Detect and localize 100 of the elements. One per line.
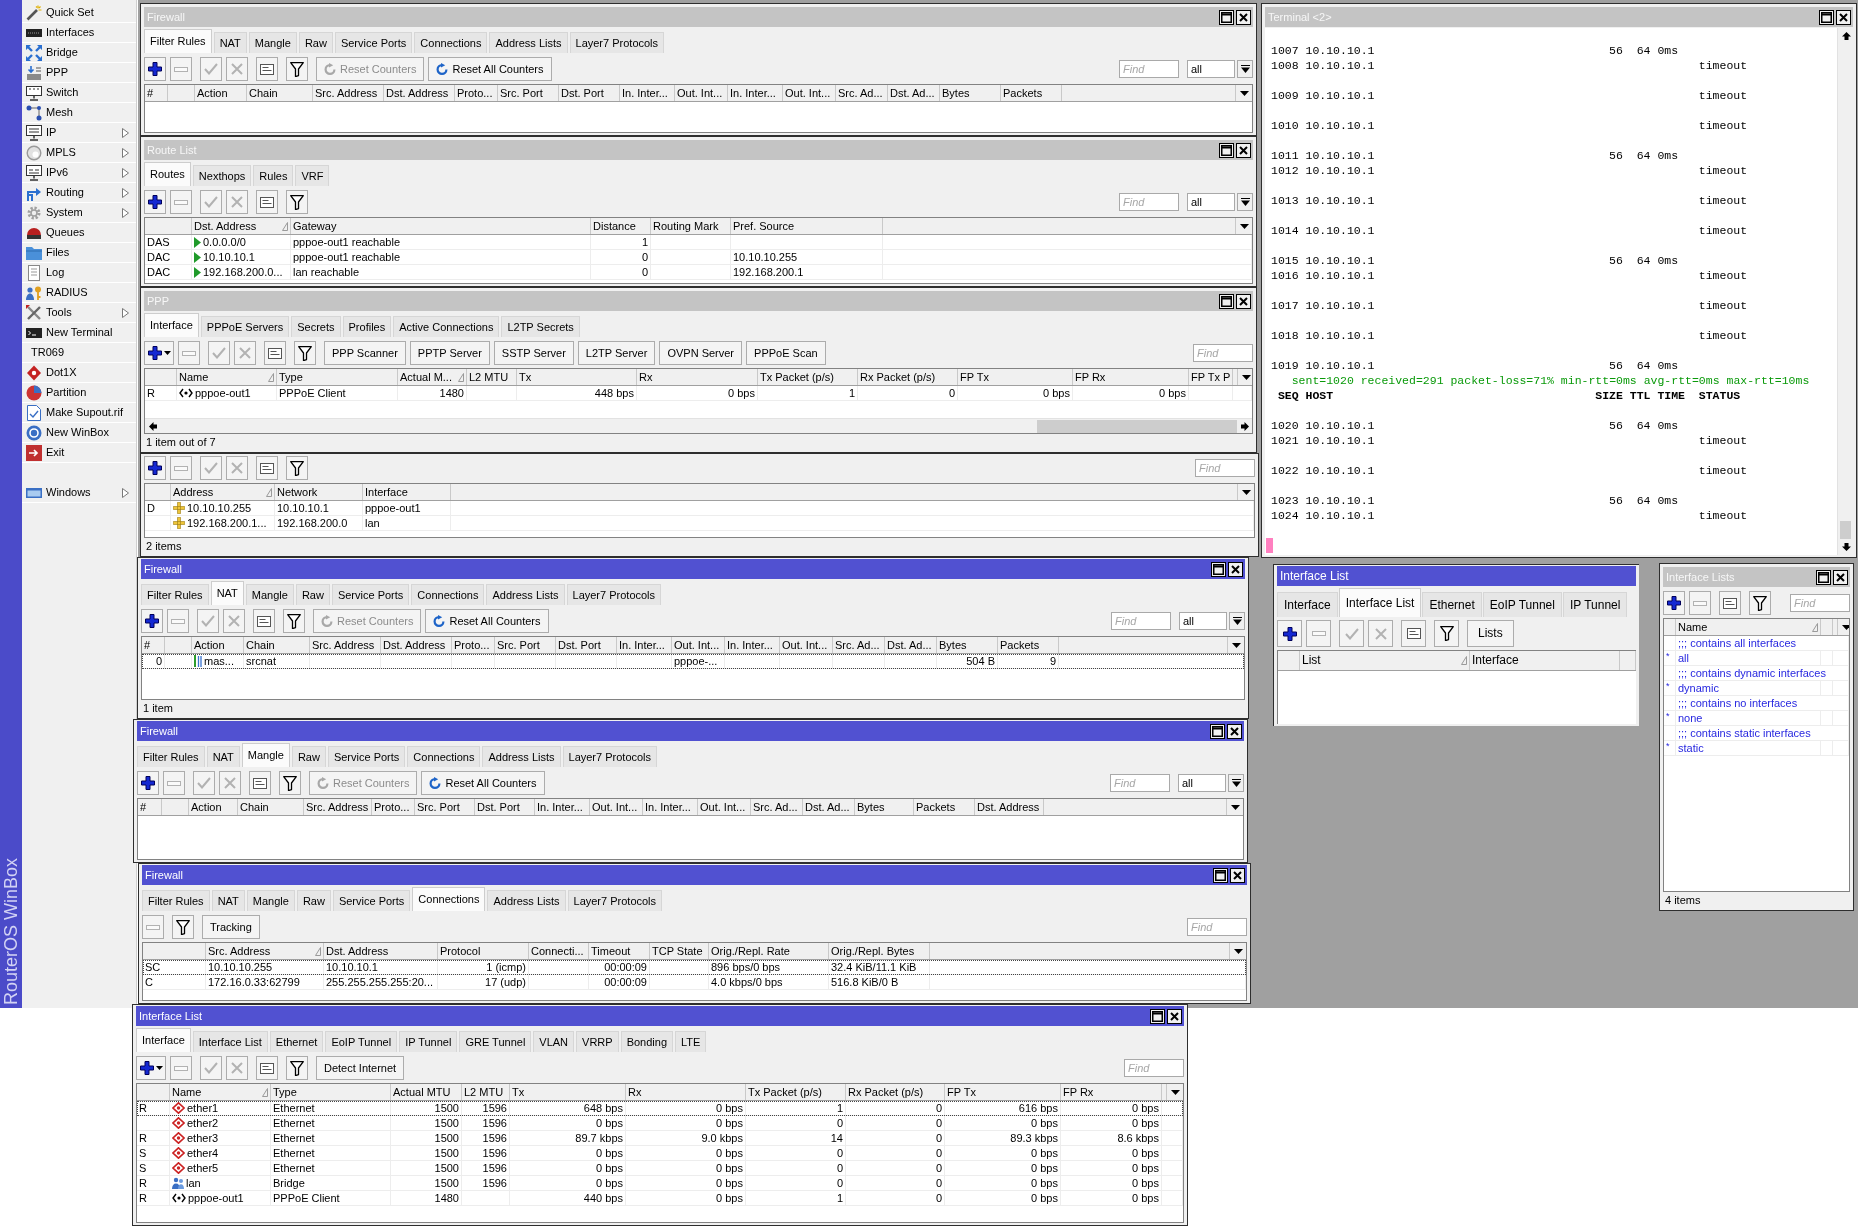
column-header[interactable]: Network xyxy=(277,484,318,500)
tab[interactable]: Filter Rules xyxy=(137,746,205,767)
column-header[interactable]: Src. Port xyxy=(500,85,543,101)
comment-button[interactable] xyxy=(256,190,278,214)
menu-item[interactable]: PPP xyxy=(22,63,136,83)
menu-item[interactable]: Dot1X xyxy=(22,363,136,383)
tab[interactable]: Interface xyxy=(1277,592,1338,617)
caret-icon[interactable] xyxy=(1230,804,1240,810)
column-header[interactable]: L2 MTU xyxy=(469,369,509,385)
column-header[interactable]: In. Inter... xyxy=(619,637,665,653)
column-header[interactable]: Interface xyxy=(1472,653,1519,668)
add-button[interactable] xyxy=(137,771,159,795)
column-header[interactable]: Dst. Address xyxy=(326,943,389,959)
column-header[interactable]: Tx xyxy=(519,369,532,385)
column-header[interactable]: Dst. Address xyxy=(977,799,1040,815)
comment-button[interactable] xyxy=(253,609,275,633)
reset-button[interactable]: Reset All Counters xyxy=(428,57,552,81)
tab[interactable]: NAT xyxy=(210,581,244,605)
caret-icon[interactable] xyxy=(1233,948,1243,954)
column-header[interactable]: Action xyxy=(194,637,225,653)
toolbar-button[interactable]: SSTP Server xyxy=(493,341,574,365)
column-header[interactable]: Proto... xyxy=(454,637,490,653)
filter-button[interactable] xyxy=(286,1056,308,1080)
tab[interactable]: IP Tunnel xyxy=(399,1031,458,1052)
tab[interactable]: Filter Rules xyxy=(142,890,210,911)
column-header[interactable]: Src. Address xyxy=(208,943,271,959)
tab[interactable]: Bonding xyxy=(620,1031,673,1052)
comment-button[interactable] xyxy=(1401,620,1426,647)
column-header[interactable]: Routing Mark xyxy=(653,218,719,234)
column-header[interactable]: Name xyxy=(172,1084,202,1100)
column-header[interactable]: Address xyxy=(173,484,214,500)
tab[interactable]: L2TP Secrets xyxy=(501,316,580,337)
column-header[interactable]: Actual M... xyxy=(400,369,452,385)
close-button[interactable] xyxy=(1227,723,1242,739)
reset-button[interactable]: Reset All Counters xyxy=(425,609,549,633)
column-header[interactable]: In. Inter... xyxy=(645,799,691,815)
column-header[interactable]: Rx Packet (p/s) xyxy=(848,1084,924,1100)
column-header[interactable]: Out. Int... xyxy=(677,85,723,101)
scrollbar-thumb[interactable] xyxy=(1037,419,1237,433)
column-header[interactable]: Dst. Port xyxy=(558,637,601,653)
arrow-down-icon[interactable] xyxy=(1841,543,1851,551)
column-header[interactable]: Distance xyxy=(593,218,636,234)
column-header[interactable]: FP Tx P xyxy=(1191,369,1231,385)
menu-item[interactable]: Log xyxy=(22,263,136,283)
column-header[interactable]: Tx Packet (p/s) xyxy=(760,369,834,385)
column-header[interactable]: Name xyxy=(179,369,209,385)
menu-item[interactable]: IP xyxy=(22,123,136,143)
maximize-button[interactable] xyxy=(1219,293,1234,309)
comment-button[interactable] xyxy=(1719,591,1741,615)
column-header[interactable]: # xyxy=(147,85,154,101)
close-button[interactable] xyxy=(1833,569,1848,585)
column-header[interactable]: In. Inter... xyxy=(727,637,773,653)
add-button[interactable] xyxy=(144,190,166,214)
tab[interactable]: PPPoE Servers xyxy=(200,316,290,337)
tab[interactable]: Raw xyxy=(298,32,333,53)
column-header[interactable]: Rx Packet (p/s) xyxy=(860,369,936,385)
filter-dropdown[interactable]: all xyxy=(1178,774,1226,792)
column-header[interactable]: Dst. Address xyxy=(386,85,449,101)
column-header[interactable]: Name xyxy=(1678,619,1708,635)
close-button[interactable] xyxy=(1236,9,1251,25)
close-button[interactable] xyxy=(1236,142,1251,158)
find-field[interactable]: Find xyxy=(1790,594,1850,612)
tab[interactable]: Mangle xyxy=(246,890,295,911)
column-header[interactable]: Tx Packet (p/s) xyxy=(748,1084,822,1100)
tab[interactable]: EoIP Tunnel xyxy=(1482,592,1562,617)
column-header[interactable]: In. Inter... xyxy=(622,85,668,101)
menu-item[interactable]: Files xyxy=(22,243,136,263)
column-header[interactable]: Action xyxy=(191,799,222,815)
tab[interactable]: Mangle xyxy=(248,32,297,53)
menu-item[interactable]: Routing xyxy=(22,183,136,203)
menu-item[interactable]: Partition xyxy=(22,383,136,403)
column-header[interactable]: Orig./Repl. Bytes xyxy=(831,943,915,959)
close-button[interactable] xyxy=(1236,293,1251,309)
column-header[interactable]: Proto... xyxy=(457,85,493,101)
column-header[interactable]: Dst. Ad... xyxy=(890,85,935,101)
column-header[interactable]: Bytes xyxy=(939,637,967,653)
menu-item[interactable]: RADIUS xyxy=(22,283,136,303)
add-button[interactable] xyxy=(136,1056,166,1080)
menu-item[interactable]: TR069 xyxy=(22,343,136,363)
caret-icon[interactable] xyxy=(1239,223,1249,229)
column-header[interactable]: Src. Ad... xyxy=(838,85,883,101)
tab[interactable]: Ethernet xyxy=(1422,592,1482,617)
column-header[interactable]: Type xyxy=(279,369,303,385)
add-button[interactable] xyxy=(144,456,166,480)
filter-dropdown[interactable]: all xyxy=(1187,60,1235,78)
filter-button[interactable] xyxy=(286,190,308,214)
toolbar-button[interactable]: L2TP Server xyxy=(577,341,656,365)
tab[interactable]: Profiles xyxy=(342,316,392,337)
find-field[interactable]: Find xyxy=(1187,918,1247,936)
filter-button[interactable] xyxy=(172,915,194,939)
column-header[interactable]: FP Rx xyxy=(1063,1084,1094,1100)
tab[interactable]: Raw xyxy=(295,584,330,605)
column-header[interactable]: Src. Address xyxy=(306,799,369,815)
menu-item[interactable]: Mesh xyxy=(22,103,136,123)
menu-item[interactable]: Tools xyxy=(22,303,136,323)
menu-item[interactable]: Exit xyxy=(22,443,136,463)
column-header[interactable]: Gateway xyxy=(293,218,337,234)
tab[interactable]: VRRP xyxy=(576,1031,619,1052)
caret-icon[interactable] xyxy=(1241,374,1251,380)
column-header[interactable]: Src. Ad... xyxy=(753,799,798,815)
